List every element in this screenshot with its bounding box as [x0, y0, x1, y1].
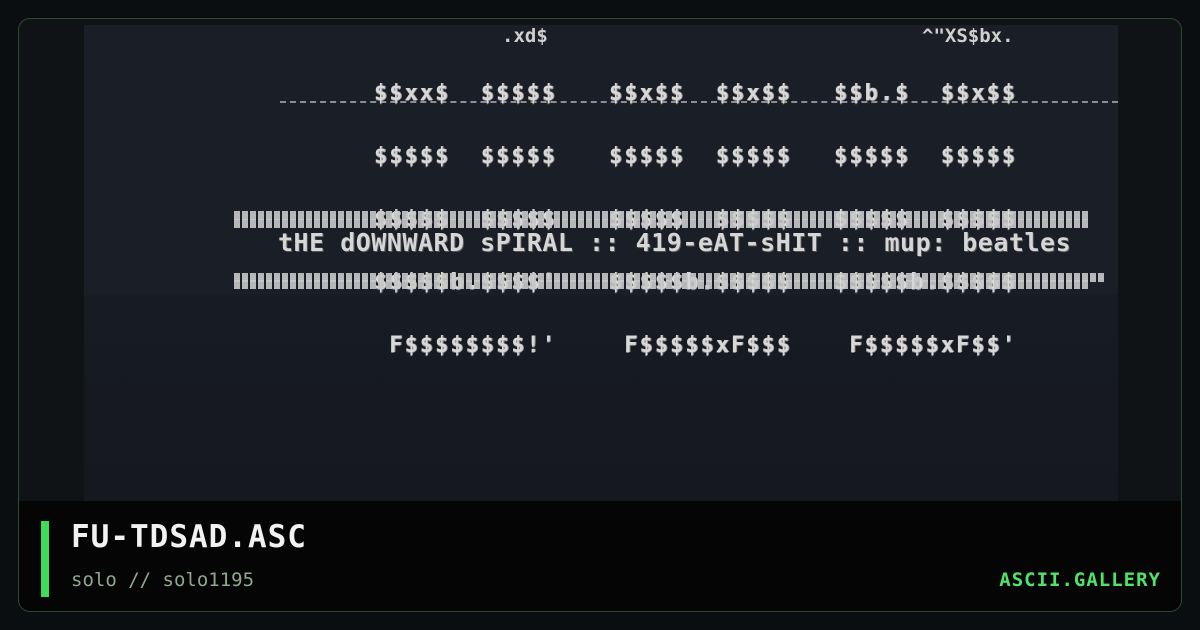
ascii-art-preview: .xd$ ^"XS$bx. $$xx$ $$$$$ $$$$$ $$$$$ $$…: [84, 25, 1118, 501]
accent-bar: [41, 521, 49, 597]
ascii-tagline: tHE dOWNWARD sPIRAL :: 419-eAT-sHIT :: m…: [278, 228, 1072, 257]
ascii-double-rule-bottom-inner: [234, 280, 1089, 289]
ascii-double-rule-top-inner: [234, 219, 1089, 228]
site-brand: ASCII.GALLERY: [999, 569, 1161, 591]
info-footer: FU-TDSAD.ASC solo // solo1195 ASCII.GALL…: [19, 501, 1181, 611]
artwork-card: .xd$ ^"XS$bx. $$xx$ $$$$$ $$$$$ $$$$$ $$…: [18, 18, 1182, 612]
file-title: FU-TDSAD.ASC: [71, 519, 307, 555]
author-credit: solo // solo1195: [71, 569, 255, 591]
